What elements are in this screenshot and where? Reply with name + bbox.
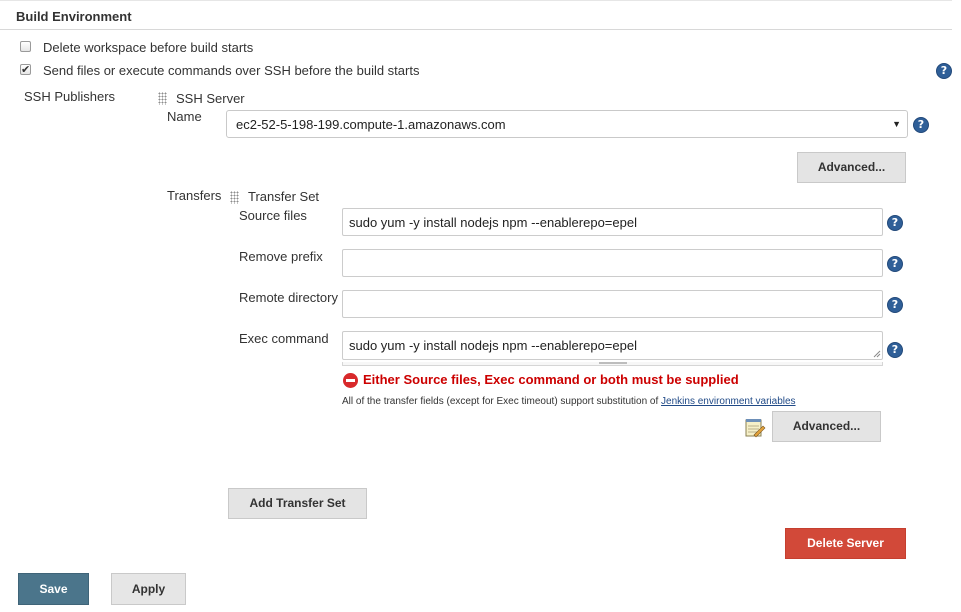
top-divider	[0, 0, 952, 1]
help-icon[interactable]: ?	[913, 117, 929, 133]
name-label: Name	[167, 109, 202, 124]
ssh-server-header: SSH Server	[176, 91, 245, 106]
dropdown-arrow-icon: ▼	[892, 119, 901, 129]
error-message: Either Source files, Exec command or bot…	[363, 372, 739, 387]
remove-prefix-label: Remove prefix	[239, 249, 323, 264]
exec-command-label: Exec command	[239, 331, 329, 346]
send-files-ssh-label: Send files or execute commands over SSH …	[43, 63, 420, 78]
source-files-input[interactable]: sudo yum -y install nodejs npm --enabler…	[342, 208, 883, 236]
help-icon[interactable]: ?	[887, 297, 903, 313]
ssh-server-name-value: ec2-52-5-198-199.compute-1.amazonaws.com	[236, 117, 506, 132]
expander-grip-icon	[599, 362, 627, 364]
drag-handle-icon[interactable]	[158, 92, 167, 105]
checkmark-icon: ✔	[21, 64, 31, 76]
transfers-label: Transfers	[167, 188, 222, 203]
apply-button[interactable]: Apply	[111, 573, 186, 605]
help-icon[interactable]: ?	[887, 342, 903, 358]
resize-handle-icon[interactable]	[873, 350, 881, 358]
source-files-label: Source files	[239, 208, 307, 223]
remove-prefix-input[interactable]	[342, 249, 883, 277]
help-icon[interactable]: ?	[887, 256, 903, 272]
save-button[interactable]: Save	[18, 573, 89, 605]
delete-workspace-checkbox[interactable]	[20, 41, 31, 52]
notepad-icon[interactable]	[744, 416, 766, 438]
section-title: Build Environment	[16, 9, 132, 24]
substitution-note-text: All of the transfer fields (except for E…	[342, 396, 662, 407]
ssh-server-name-select[interactable]: ec2-52-5-198-199.compute-1.amazonaws.com…	[226, 110, 908, 138]
transfer-set-header: Transfer Set	[248, 189, 320, 204]
jenkins-env-vars-link[interactable]: Jenkins environment variables	[661, 396, 796, 407]
server-advanced-button[interactable]: Advanced...	[797, 152, 906, 183]
error-icon	[343, 373, 358, 388]
exec-command-value: sudo yum -y install nodejs npm --enabler…	[349, 338, 637, 353]
textarea-expander[interactable]	[342, 362, 883, 366]
delete-server-button[interactable]: Delete Server	[785, 528, 906, 559]
add-transfer-set-button[interactable]: Add Transfer Set	[228, 488, 367, 519]
section-divider	[0, 29, 952, 30]
remote-directory-label: Remote directory	[239, 290, 338, 305]
help-icon[interactable]: ?	[887, 215, 903, 231]
help-icon[interactable]: ?	[936, 63, 952, 79]
delete-workspace-label: Delete workspace before build starts	[43, 40, 254, 55]
send-files-ssh-checkbox[interactable]: ✔	[20, 64, 31, 76]
transfer-advanced-button[interactable]: Advanced...	[772, 411, 881, 442]
remote-directory-input[interactable]	[342, 290, 883, 318]
exec-command-textarea[interactable]: sudo yum -y install nodejs npm --enabler…	[342, 331, 883, 360]
ssh-publishers-label: SSH Publishers	[24, 89, 116, 104]
substitution-note: All of the transfer fields (except for E…	[342, 396, 796, 407]
drag-handle-icon[interactable]	[230, 191, 239, 204]
